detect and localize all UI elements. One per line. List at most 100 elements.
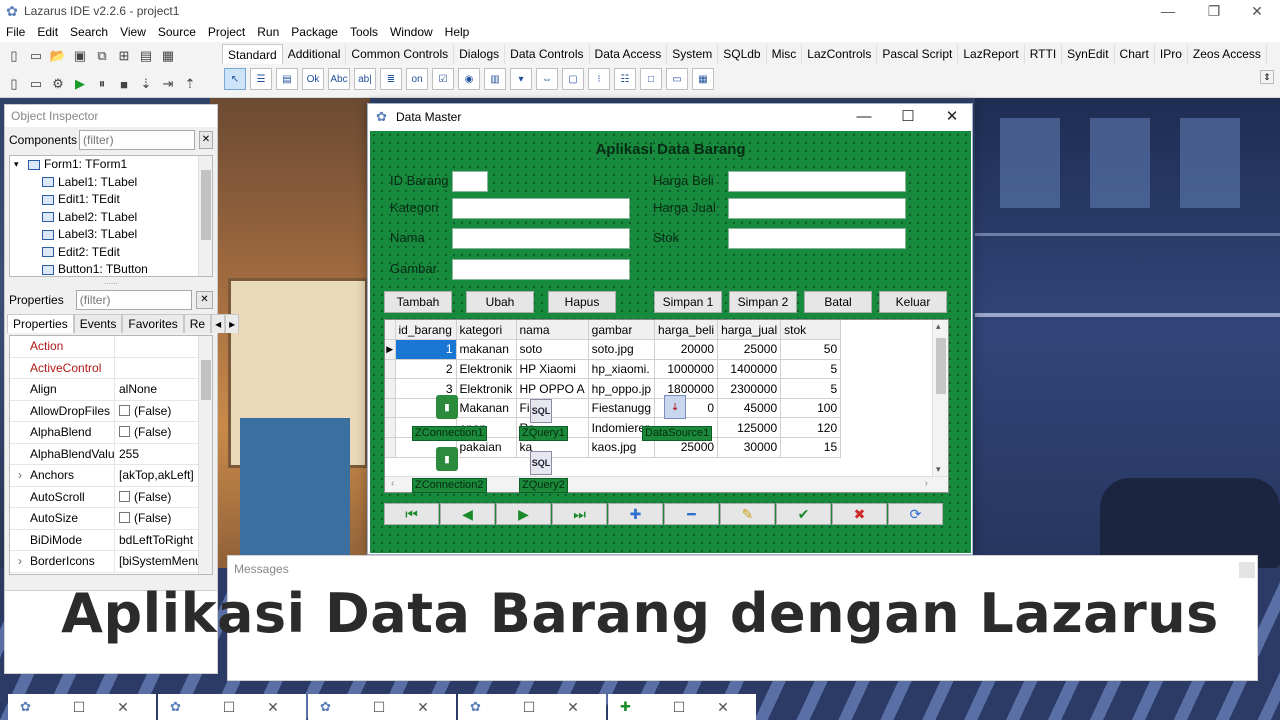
table-row[interactable]: 2 Elektronik HP Xiaomi hp_xiaomi. 100000… (385, 359, 842, 380)
tree-node[interactable]: Edit1: TEdit (10, 191, 212, 209)
zquery2-label[interactable]: ZQuery2 (519, 478, 568, 493)
edit-icon[interactable]: ab| (354, 68, 376, 90)
grid-cell[interactable]: 5 (780, 359, 842, 380)
prop-row[interactable]: › BorderIcons [biSystemMenu,l (10, 551, 212, 573)
checkbox[interactable] (119, 404, 130, 416)
label-icon[interactable]: Abc (328, 68, 350, 90)
scroll-left-icon[interactable]: ‹ (391, 478, 394, 489)
checkbox[interactable] (119, 512, 130, 523)
prop-row[interactable]: Align alNone (10, 379, 212, 401)
menu-run[interactable]: Run (251, 22, 285, 42)
tab-lazreport[interactable]: LazReport (958, 44, 1025, 64)
tree-node[interactable]: Edit2: TEdit (10, 244, 212, 262)
zconnection-component-icon[interactable]: ▮ (436, 447, 458, 471)
radiobutton-icon[interactable]: ◉ (458, 68, 480, 90)
combobox-icon[interactable]: ▾ (510, 68, 532, 90)
tambah-button[interactable]: Tambah (384, 291, 452, 313)
tab-rtti[interactable]: RTTI (1025, 44, 1063, 64)
tab-dialogs[interactable]: Dialogs (454, 44, 506, 64)
close-button[interactable]: ✕ (262, 694, 284, 720)
step-over-icon[interactable]: ⇥ (158, 74, 178, 94)
menu-project[interactable]: Project (202, 22, 251, 42)
grid-cell[interactable]: 25000 (717, 339, 782, 360)
prop-row[interactable]: AutoSize (False) (10, 508, 212, 530)
step-out-icon[interactable]: ⇡ (180, 74, 200, 94)
listbox-icon[interactable]: ▥ (484, 68, 506, 90)
tab-properties[interactable]: Properties (7, 314, 74, 333)
grid-vertical-scrollbar[interactable]: ▴ ▾ (932, 320, 948, 476)
menu-view[interactable]: View (114, 22, 152, 42)
run-icon[interactable]: ▶ (70, 74, 90, 94)
simpan-1-button[interactable]: Simpan 1 (654, 291, 722, 313)
grid-cell[interactable]: hp_xiaomi. (588, 359, 656, 380)
ubah-button[interactable]: Ubah (466, 291, 534, 313)
view-forms-icon[interactable]: ▦ (158, 46, 178, 66)
tab-zeos-access[interactable]: Zeos Access (1188, 44, 1267, 64)
tree-node[interactable]: Label1: TLabel (10, 174, 212, 192)
grid-cell[interactable]: Elektronik (456, 378, 517, 399)
grid-cell[interactable]: Fi hic (516, 398, 589, 419)
maximize-button[interactable]: ❐ (1191, 0, 1237, 22)
grid-cell[interactable]: Makanan (456, 398, 517, 419)
form-minimize-button[interactable]: — (842, 104, 886, 130)
menu-search[interactable]: Search (64, 22, 114, 42)
zconnection2-label[interactable]: ZConnection2 (412, 478, 487, 493)
grid-cell[interactable]: 120 (780, 417, 842, 439)
grid-cell[interactable]: 45000 (717, 398, 782, 419)
panel-icon[interactable]: □ (640, 68, 662, 90)
groupbox-icon[interactable]: ▢ (562, 68, 584, 90)
keluar-button[interactable]: Keluar (879, 291, 947, 313)
close-button[interactable]: ✕ (412, 694, 434, 720)
cancel-record-icon[interactable]: ✖ (832, 503, 887, 525)
grid-column-header[interactable]: nama (516, 320, 589, 341)
scrollbar-icon[interactable]: ⇔ (536, 68, 558, 90)
restore-button[interactable]: ☐ (368, 694, 390, 720)
pause-icon[interactable]: ⏸ (92, 74, 112, 94)
minimized-window[interactable]: ✿ ☐ ✕ (308, 694, 456, 720)
grid-column-header[interactable]: harga_beli (654, 320, 719, 341)
tree-node-form[interactable]: ▾ Form1: TForm1 (10, 156, 212, 174)
pointer-tool-icon[interactable]: ↖ (224, 68, 246, 90)
menu-file[interactable]: File (0, 22, 31, 42)
grid-cell[interactable]: makanan (456, 339, 517, 360)
radiogroup-icon[interactable]: ⁝ (588, 68, 610, 90)
view-units-icon[interactable]: ▤ (136, 46, 156, 66)
table-row[interactable]: ▶ 1 makanan soto soto.jpg 20000 25000 50 (385, 339, 842, 360)
tab-common-controls[interactable]: Common Controls (346, 44, 455, 64)
menu-package[interactable]: Package (285, 22, 344, 42)
grid-cell[interactable]: 1000000 (654, 359, 719, 380)
simpan-2-button[interactable]: Simpan 2 (729, 291, 797, 313)
frame-icon[interactable]: ▭ (666, 68, 688, 90)
grid-cell[interactable]: soto.jpg (588, 339, 656, 360)
palette-scroll-button[interactable]: ⇕ (1260, 70, 1274, 84)
grid-cell[interactable]: 1400000 (717, 359, 782, 380)
messages-close-button[interactable] (1239, 562, 1255, 578)
zquery1-label[interactable]: ZQuery1 (519, 426, 568, 441)
expand-icon[interactable]: › (10, 551, 30, 572)
properties-filter-input[interactable] (75, 290, 192, 310)
open-icon[interactable]: 📂 (48, 46, 68, 66)
zconnection-component-icon[interactable]: ▮ (436, 395, 458, 419)
close-button[interactable]: ✕ (1234, 0, 1280, 22)
tree-scrollbar[interactable] (198, 156, 212, 276)
grid-cell[interactable]: 2 (395, 359, 457, 380)
tab-additional[interactable]: Additional (283, 44, 347, 64)
menu-help[interactable]: Help (439, 22, 476, 42)
prop-row[interactable]: AlphaBlendValu 255 (10, 443, 212, 465)
prior-record-icon[interactable]: ◀ (440, 503, 495, 525)
memo-icon[interactable]: ≣ (380, 68, 402, 90)
insert-record-icon[interactable]: ✚ (608, 503, 663, 525)
grid-cell-selected[interactable]: 1 (395, 339, 457, 360)
refresh-icon[interactable]: ⟳ (888, 503, 943, 525)
minimized-window[interactable]: ✿ ☐ ✕ (158, 694, 306, 720)
prop-row[interactable]: BiDiMode bdLeftToRight (10, 529, 212, 551)
tab-restricted[interactable]: Re (183, 314, 212, 333)
grid-cell[interactable]: HP Xiaomi (516, 359, 589, 380)
nama-field[interactable] (452, 228, 630, 249)
tab-ipro[interactable]: IPro (1155, 44, 1188, 64)
clear-filter-icon[interactable]: ✕ (199, 131, 213, 149)
grid-cell[interactable]: Elektronik (456, 359, 517, 380)
datasource1-label[interactable]: DataSource1 (642, 426, 713, 441)
form-maximize-button[interactable]: ☐ (886, 104, 930, 130)
menu-source[interactable]: Source (152, 22, 202, 42)
